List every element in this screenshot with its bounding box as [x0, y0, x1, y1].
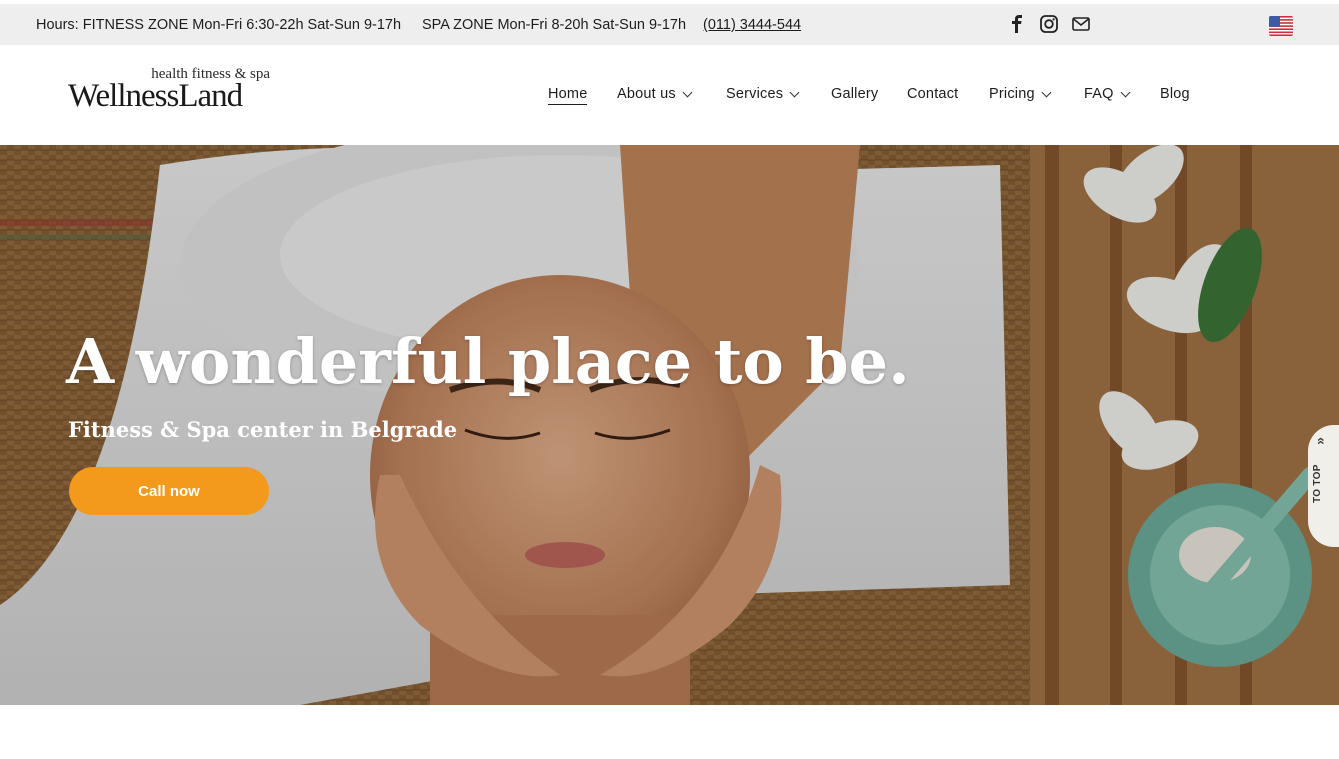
hero-banner: A wonderful place to be. Fitness & Spa c…	[0, 145, 1339, 705]
nav-label: Pricing	[989, 86, 1035, 102]
nav-blog[interactable]: Blog	[1160, 86, 1190, 102]
nav-label: FAQ	[1084, 86, 1114, 102]
chevron-down-icon	[1041, 87, 1052, 97]
nav-services[interactable]: Services	[726, 86, 800, 102]
mail-icon[interactable]	[1070, 13, 1092, 35]
nav-label: Blog	[1160, 86, 1190, 102]
nav-label: Services	[726, 86, 784, 102]
facebook-icon[interactable]	[1006, 13, 1028, 35]
nav-home[interactable]: Home	[548, 86, 588, 105]
hero-title: A wonderful place to be.	[66, 325, 910, 398]
double-chevron-up-icon: «	[1313, 437, 1330, 445]
nav-gallery[interactable]: Gallery	[831, 86, 878, 102]
nav-label: Home	[548, 86, 588, 105]
chevron-down-icon	[789, 87, 800, 97]
main-nav: Home About us Services Gallery Contact P…	[0, 86, 1339, 106]
hero-subtitle: Fitness & Spa center in Belgrade	[68, 417, 458, 442]
nav-label: About us	[617, 86, 676, 102]
call-now-button[interactable]: Call now	[69, 467, 269, 515]
nav-label: Gallery	[831, 86, 879, 102]
to-top-label: TO TOP	[1312, 464, 1323, 503]
nav-pricing[interactable]: Pricing	[989, 86, 1052, 102]
nav-label: Contact	[907, 86, 959, 102]
us-flag-icon[interactable]	[1269, 16, 1293, 36]
nav-faq[interactable]: FAQ	[1084, 86, 1131, 102]
instagram-icon[interactable]	[1038, 13, 1060, 35]
chevron-down-icon	[1120, 87, 1131, 97]
spa-hours-text: SPA ZONE Mon-Fri 8-20h Sat-Sun 9-17h	[422, 17, 687, 33]
site-header: health fitness & spa WellnessLand Home A…	[0, 45, 1339, 145]
nav-contact[interactable]: Contact	[907, 86, 958, 102]
nav-about-us[interactable]: About us	[617, 86, 693, 102]
top-info-bar: Hours: FITNESS ZONE Mon-Fri 6:30-22h Sat…	[0, 4, 1339, 45]
phone-link[interactable]: (011) 3444-544	[703, 17, 801, 33]
chevron-down-icon	[682, 87, 693, 97]
to-top-button[interactable]: « TO TOP	[1308, 425, 1339, 547]
fitness-hours-text: Hours: FITNESS ZONE Mon-Fri 6:30-22h Sat…	[36, 17, 402, 33]
